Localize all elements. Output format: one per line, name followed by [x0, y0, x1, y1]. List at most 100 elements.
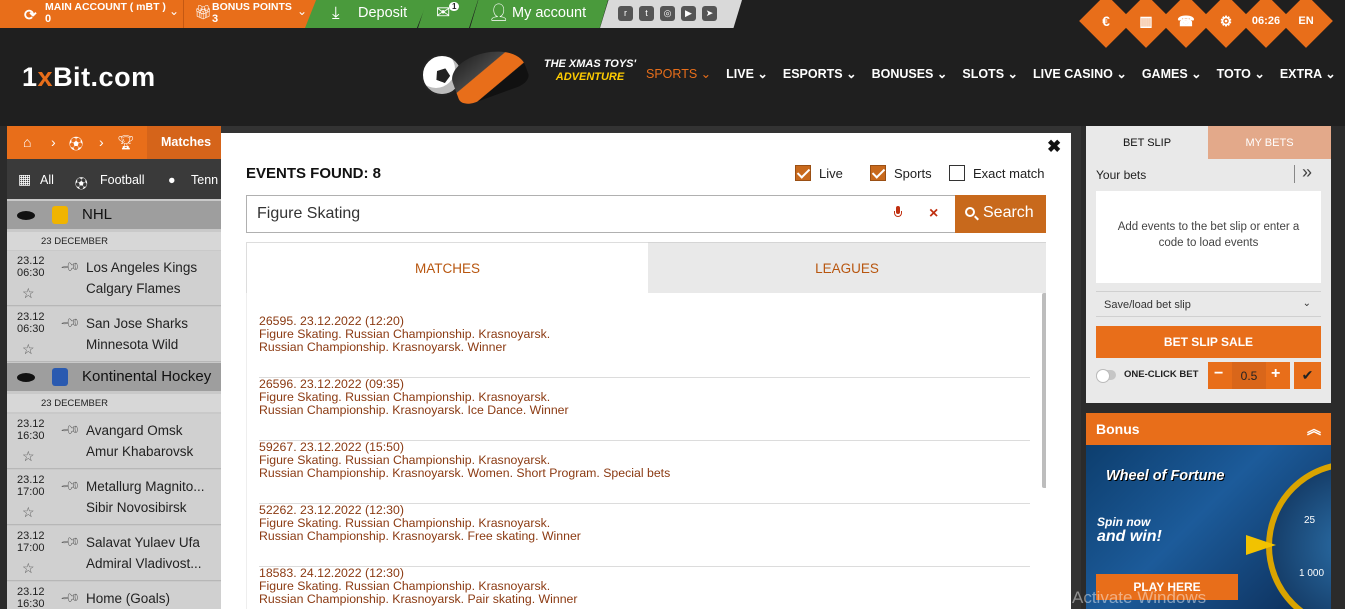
my-account-button[interactable]: 👤︎ My account — [470, 0, 608, 28]
nav-extra[interactable]: EXTRA ⌄ — [1280, 66, 1336, 81]
your-bets-label: Your bets — [1096, 168, 1147, 182]
xmas-promo-banner[interactable]: THE XMAS TOYS' ADVENTURE — [538, 58, 642, 84]
team-home: Home (Goals) — [86, 591, 171, 606]
main-account-button[interactable]: ⟳ MAIN ACCOUNT ( mBT ) 0 ⌄ — [0, 0, 183, 28]
checkbox-checked[interactable] — [795, 165, 811, 181]
pin-icon[interactable]: 📌︎ — [59, 475, 81, 498]
message-count-badge: 1 — [449, 2, 460, 11]
search-input[interactable] — [247, 196, 887, 232]
spin-now-text: Spin now — [1097, 515, 1151, 529]
match-row[interactable]: 23.12 16:30 ☆ 📌︎ Avangard Omsk Amur Khaba… — [7, 414, 221, 469]
chevron-right-icon: › — [99, 134, 104, 150]
match-row[interactable]: 23.12 06:30 ☆ 📌︎ San Jose Sharks Minnesot… — [7, 307, 221, 362]
clear-icon[interactable]: × — [929, 205, 938, 223]
reddit-icon[interactable]: r — [618, 6, 633, 21]
exact-match-checkbox[interactable]: Exact match — [949, 165, 1045, 181]
result-item[interactable]: 18583. 24.12.2022 (12:30) Figure Skating… — [259, 567, 1030, 609]
trophy-icon[interactable]: 🏆︎ — [117, 134, 135, 151]
bonus-points-button[interactable]: 🎁︎ BONUS POINTS 3 ⌄ — [183, 0, 317, 28]
instagram-icon[interactable]: ◎ — [660, 6, 675, 21]
tab-football[interactable]: Football — [100, 173, 144, 187]
star-icon[interactable]: ☆ — [22, 560, 35, 577]
team-home: Salavat Yulaev Ufa — [86, 535, 200, 550]
results-list: 26595. 23.12.2022 (12:20) Figure Skating… — [246, 293, 1046, 609]
nav-live[interactable]: LIVE ⌄ — [726, 66, 768, 81]
messages-button[interactable]: ✉ 1 — [418, 0, 478, 28]
match-row[interactable]: 23.12 17:00 ☆ 📌︎ Metallurg Magnito... Sib… — [7, 470, 221, 525]
nav-slots[interactable]: SLOTS ⌄ — [962, 66, 1018, 81]
tab-matches[interactable]: MATCHES — [246, 242, 648, 293]
results-scrollbar[interactable] — [1042, 293, 1046, 488]
star-icon[interactable]: ☆ — [22, 285, 35, 302]
tab-tennis[interactable]: Tenn — [191, 173, 218, 187]
league-header-nhl[interactable]: NHL — [7, 201, 221, 229]
save-load-bet-slip[interactable]: Save/load bet slip ⌄ — [1096, 291, 1321, 317]
breadcrumb-matches[interactable]: Matches — [147, 126, 221, 159]
nav-toto[interactable]: TOTO ⌄ — [1217, 66, 1265, 81]
checkbox-checked[interactable] — [870, 165, 886, 181]
site-logo[interactable]: 1xBit.com — [22, 62, 156, 93]
result-item[interactable]: 26596. 23.12.2022 (09:35) Figure Skating… — [259, 378, 1030, 441]
tab-all[interactable]: All — [40, 173, 54, 187]
live-checkbox-label: Live — [819, 166, 843, 181]
nav-esports[interactable]: ESPORTS ⌄ — [783, 66, 857, 81]
account-value: 0 — [45, 13, 52, 25]
match-row[interactable]: 23.12 16:30 📌︎ Home (Goals) — [7, 582, 221, 609]
result-market: Russian Championship. Krasnoyarsk. Free … — [259, 529, 581, 543]
nav-live-casino[interactable]: LIVE CASINO ⌄ — [1033, 66, 1127, 81]
tab-my-bets[interactable]: MY BETS — [1208, 126, 1331, 159]
result-item[interactable]: 52262. 23.12.2022 (12:30) Figure Skating… — [259, 504, 1030, 567]
team-away: Amur Khabarovsk — [86, 444, 194, 459]
bonus-header[interactable]: Bonus ︽ — [1086, 413, 1331, 445]
confirm-check-button[interactable]: ✔ — [1294, 362, 1321, 389]
deposit-button[interactable]: ⤓ Deposit — [305, 0, 428, 28]
stake-value[interactable]: 0.5 — [1232, 362, 1266, 389]
refresh-icon[interactable]: ⟳ — [24, 6, 37, 24]
star-icon[interactable]: ☆ — [22, 448, 35, 465]
match-datetime: 23.12 06:30 — [17, 255, 45, 279]
pin-icon[interactable]: 📌︎ — [59, 419, 81, 442]
collapse-double-chevron-icon[interactable]: » — [1302, 162, 1312, 183]
nav-games[interactable]: GAMES ⌄ — [1142, 66, 1202, 81]
nav-bonuses[interactable]: BONUSES ⌄ — [872, 66, 948, 81]
nav-sports[interactable]: SPORTS ⌄ — [646, 66, 711, 81]
wheel-of-fortune-banner[interactable]: 25 1 000 Wheel of Fortune Spin now and w… — [1086, 445, 1331, 609]
star-icon[interactable]: ☆ — [22, 341, 35, 358]
microphone-icon[interactable] — [894, 206, 902, 219]
team-away: Calgary Flames — [86, 281, 181, 296]
pin-icon[interactable]: 📌︎ — [59, 531, 81, 554]
promo-line-1: THE XMAS TOYS' — [543, 58, 637, 70]
home-icon[interactable]: ⌂ — [23, 134, 31, 150]
match-row[interactable]: 23.12 17:00 ☆ 📌︎ Salavat Yulaev Ufa Admir… — [7, 526, 221, 581]
bet-slip-sale-button[interactable]: BET SLIP SALE — [1096, 326, 1321, 358]
deposit-label: Deposit — [358, 5, 408, 21]
result-market: Russian Championship. Krasnoyarsk. Pair … — [259, 592, 578, 606]
close-icon[interactable]: ✖ — [1047, 137, 1061, 157]
plus-icon[interactable]: + — [1271, 365, 1280, 383]
one-click-toggle[interactable] — [1096, 369, 1116, 383]
tab-leagues[interactable]: LEAGUES — [648, 242, 1046, 293]
sports-checkbox[interactable]: Sports — [870, 165, 932, 181]
chevron-up-double-icon[interactable]: ︽ — [1307, 419, 1321, 439]
bet-slip-panel: BET SLIP MY BETS Your bets » Add events … — [1086, 126, 1331, 403]
language-button[interactable]: EN — [1279, 0, 1333, 48]
telegram-icon[interactable]: ➤ — [702, 6, 717, 21]
pin-icon[interactable]: 📌︎ — [59, 587, 81, 609]
tab-bet-slip[interactable]: BET SLIP — [1086, 126, 1208, 159]
result-item[interactable]: 59267. 23.12.2022 (15:50) Figure Skating… — [259, 441, 1030, 504]
star-icon[interactable]: ☆ — [22, 504, 35, 521]
match-row[interactable]: 23.12 06:30 ☆ 📌︎ Los Angeles Kings Calgar… — [7, 251, 221, 306]
youtube-icon[interactable]: ▶ — [681, 6, 696, 21]
pin-icon[interactable]: 📌︎ — [59, 256, 81, 279]
result-item[interactable]: 26595. 23.12.2022 (12:20) Figure Skating… — [259, 315, 1030, 378]
twitter-icon[interactable]: t — [639, 6, 654, 21]
football-crumb-icon[interactable]: ⚽︎ — [69, 134, 83, 154]
minus-icon[interactable]: − — [1214, 365, 1223, 383]
pin-icon[interactable]: 📌︎ — [59, 312, 81, 335]
search-button[interactable]: Search — [955, 195, 1046, 233]
checkbox-unchecked[interactable] — [949, 165, 965, 181]
league-header-khl[interactable]: Kontinental Hockey — [7, 363, 221, 391]
league-name: NHL — [82, 206, 113, 223]
live-checkbox[interactable]: Live — [795, 165, 843, 181]
events-found-count: EVENTS FOUND: 8 — [246, 165, 382, 182]
